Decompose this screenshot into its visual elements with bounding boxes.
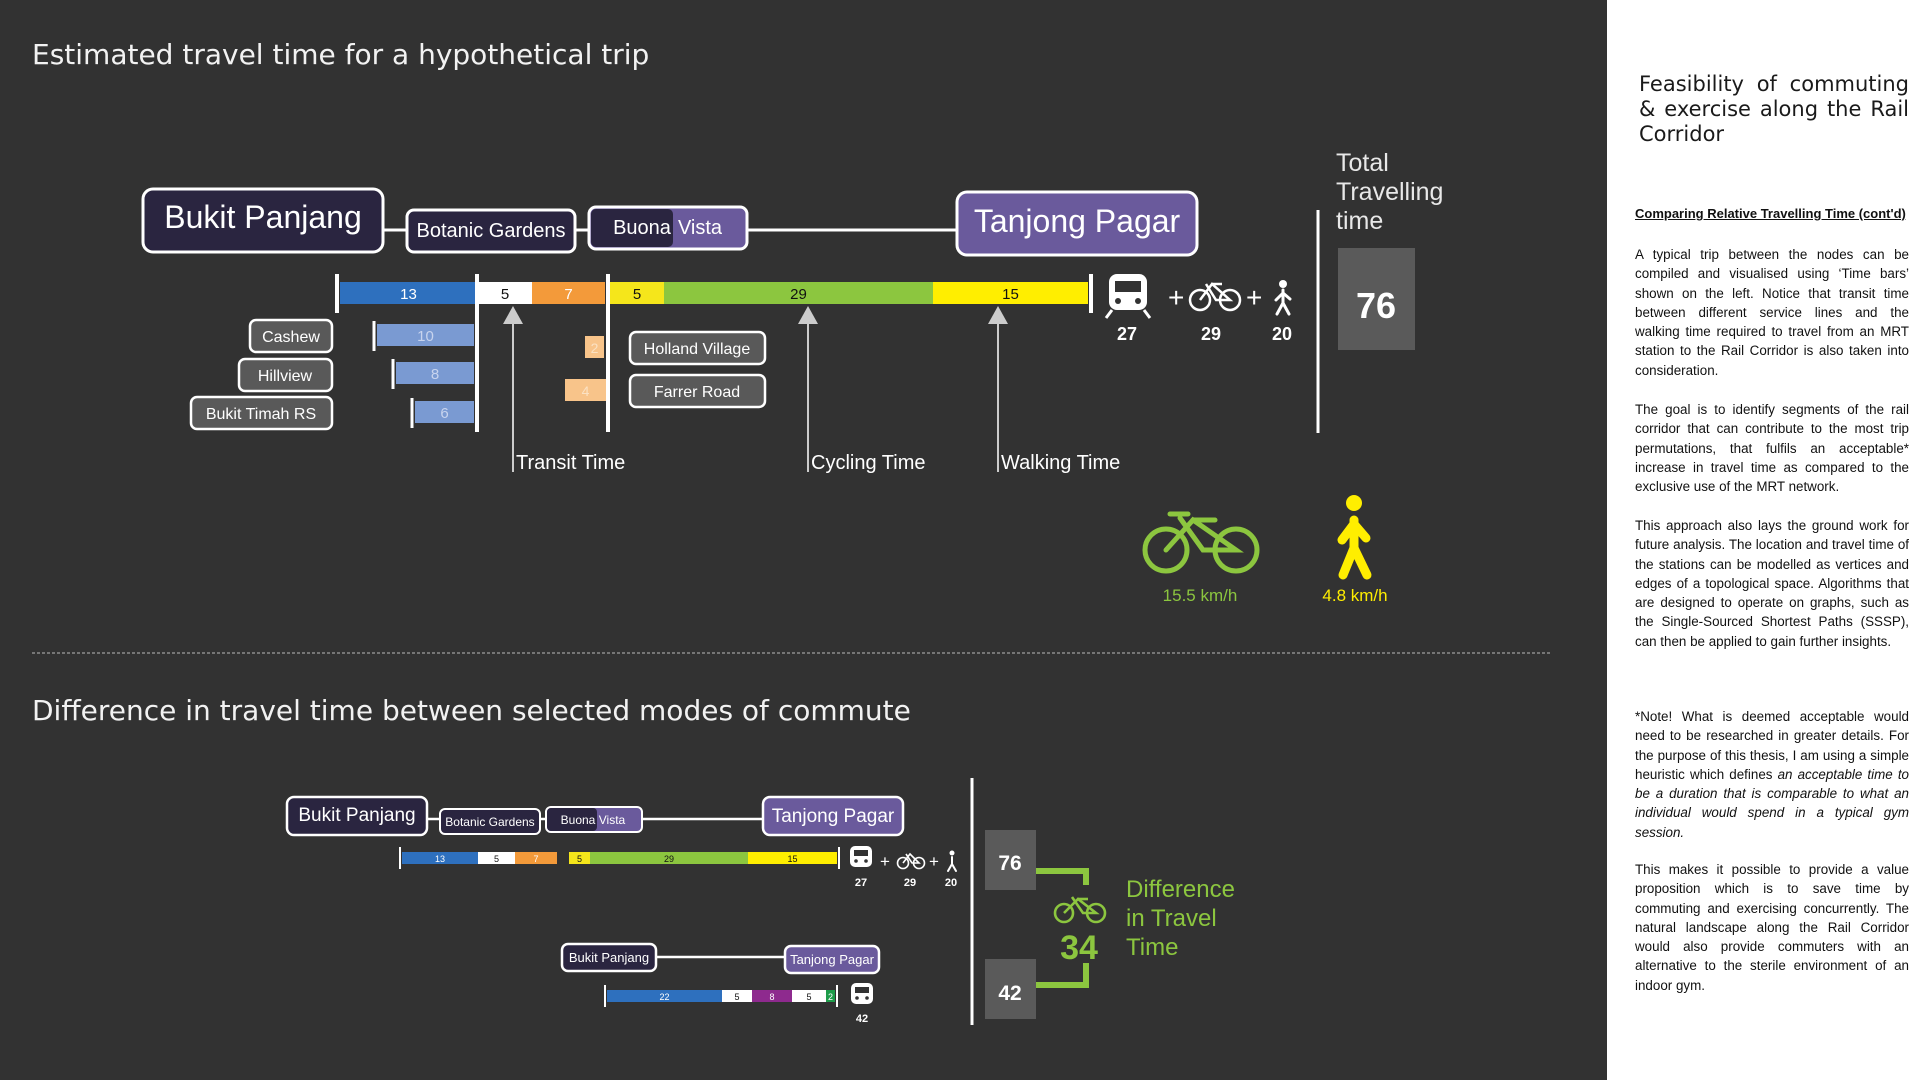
station-label: Bukit Panjang xyxy=(569,950,649,965)
description-panel: Feasibility of commuting & exercise alon… xyxy=(1607,0,1920,1080)
station-label: Tanjong Pagar xyxy=(772,806,895,827)
walking-person-icon-small xyxy=(947,850,957,872)
bicycle-icon-small xyxy=(896,852,926,870)
plus-sign: + xyxy=(929,852,939,871)
time-segment-label: 5 xyxy=(577,854,582,864)
panel-title: Feasibility of commuting & exercise alon… xyxy=(1639,72,1909,146)
route-b-total: 42 xyxy=(998,982,1021,1005)
station-label: Buona xyxy=(561,813,596,827)
time-segment-label: 8 xyxy=(769,992,774,1002)
time-segment-label: 29 xyxy=(664,854,674,864)
time-segment-label: 5 xyxy=(806,992,811,1002)
route-a-walk-total: 20 xyxy=(945,877,957,889)
time-segment-label: 5 xyxy=(494,854,499,864)
panel-subtitle: Comparing Relative Travelling Time (cont… xyxy=(1635,206,1906,221)
route-a-bike-total: 29 xyxy=(904,877,916,889)
station-label: Botanic Gardens xyxy=(445,815,534,829)
time-segment-label: 13 xyxy=(435,854,445,864)
difference-label: Time xyxy=(1126,934,1178,961)
section2-diagram: Bukit Panjang Botanic Gardens Buona Vist… xyxy=(285,778,1235,1025)
station-label: Tanjong Pagar xyxy=(790,952,875,967)
route-b-train-total: 42 xyxy=(856,1013,868,1025)
time-segment-label: 15 xyxy=(787,854,797,864)
time-segment-label: 22 xyxy=(659,992,669,1002)
panel-note: *Note! What is deemed acceptable would n… xyxy=(1635,707,1909,842)
route-a-train-total: 27 xyxy=(855,877,867,889)
time-segment-label: 2 xyxy=(828,992,833,1002)
train-icon-small xyxy=(850,846,872,867)
station-label: Vista xyxy=(599,813,626,827)
difference-label: Difference xyxy=(1126,876,1235,903)
difference-label: in Travel xyxy=(1126,905,1217,932)
time-segment-label: 5 xyxy=(734,992,739,1002)
route-b-time-bar: 22 5 8 5 2 xyxy=(604,985,838,1007)
panel-paragraph: The goal is to identify segments of the … xyxy=(1635,402,1909,495)
route-a-time-bar: 13 5 7 5 29 15 xyxy=(399,847,840,869)
difference-bicycle-icon xyxy=(1053,896,1107,924)
station-label: Bukit Panjang xyxy=(298,805,415,826)
panel-paragraph: A typical trip between the nodes can be … xyxy=(1635,247,1909,378)
panel-paragraph: This makes it possible to provide a valu… xyxy=(1635,862,1909,993)
train-icon-small-b xyxy=(851,983,873,1004)
plus-sign: + xyxy=(880,852,890,871)
time-segment-label: 7 xyxy=(533,854,538,864)
difference-bracket-top xyxy=(1036,868,1089,885)
difference-value: 34 xyxy=(1060,929,1098,967)
route-a-total: 76 xyxy=(998,852,1021,875)
panel-paragraph: This approach also lays the ground work … xyxy=(1635,518,1909,649)
